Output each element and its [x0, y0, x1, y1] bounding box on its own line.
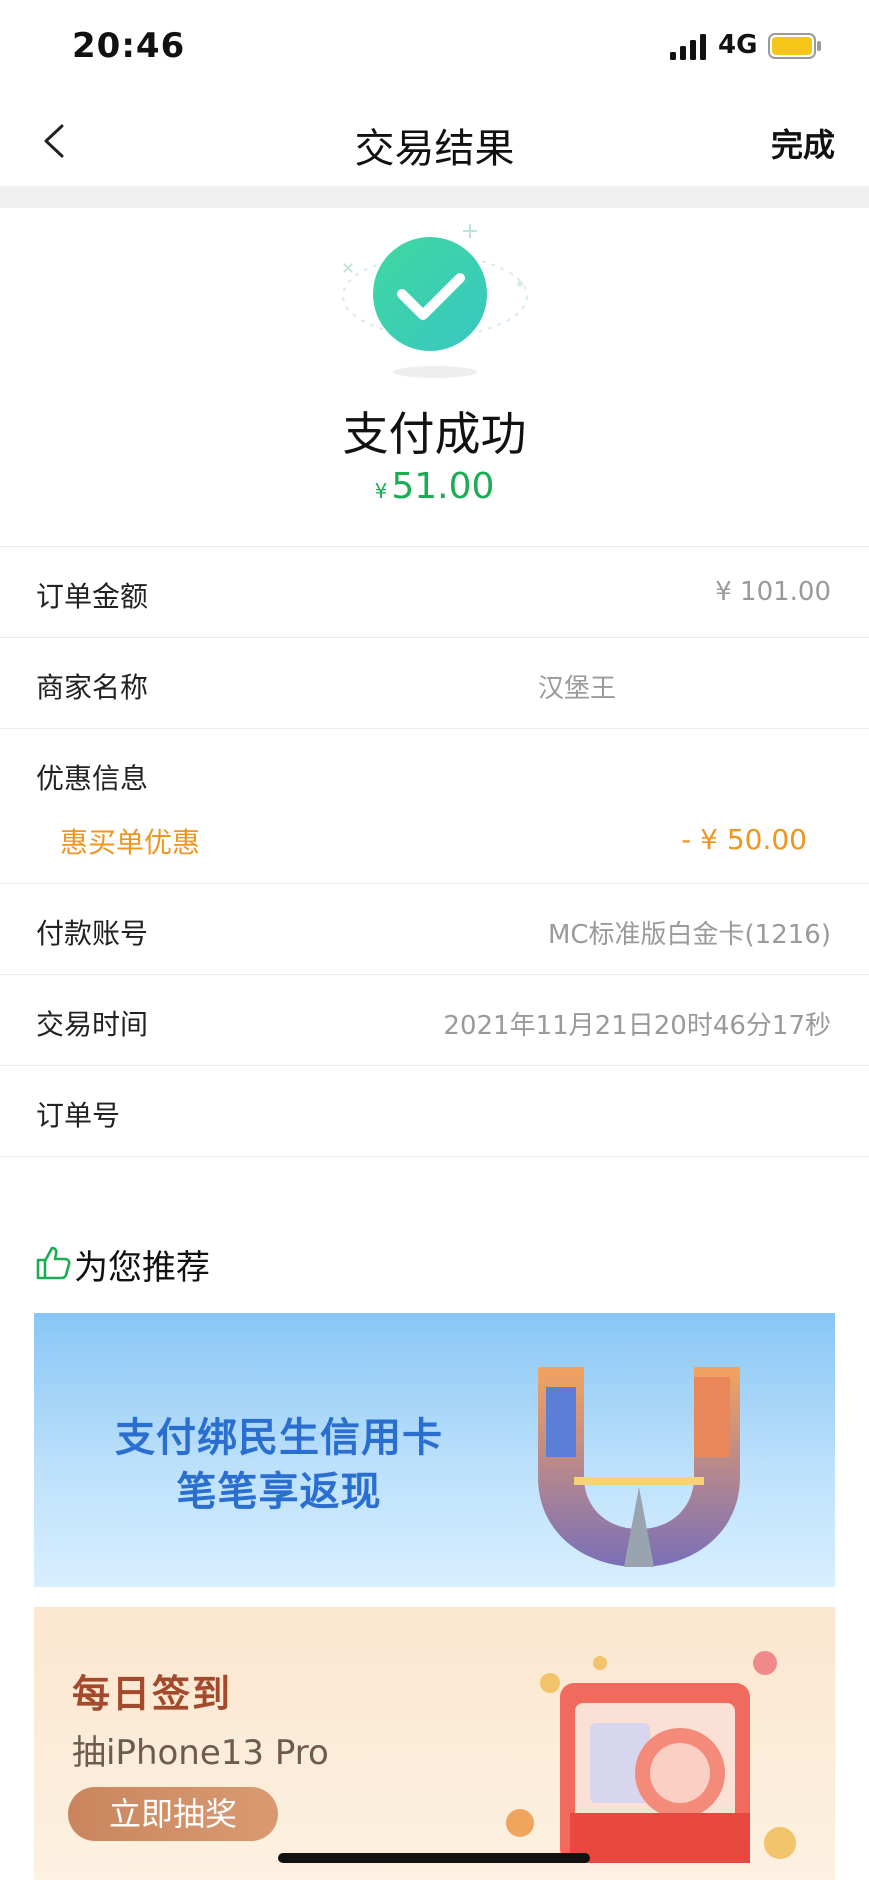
- transaction-time-label: 交易时间: [36, 1008, 149, 1041]
- done-button[interactable]: 完成: [771, 120, 835, 166]
- banner2-subtitle: 抽iPhone13 Pro: [72, 1733, 329, 1773]
- navigation-bar: 交易结果 完成: [0, 96, 869, 186]
- payment-account-row: 付款账号 MC标准版白金卡(1216): [0, 884, 869, 975]
- banner1-line2: 笔笔享返现: [176, 1469, 382, 1515]
- status-time: 20:46: [72, 26, 186, 66]
- city-shopping-illustration: [538, 1367, 740, 1567]
- network-type: 4G: [718, 30, 758, 60]
- banner2-title: 每日签到: [72, 1672, 233, 1716]
- status-bar: 20:46 4G: [0, 0, 869, 96]
- merchant-label: 商家名称: [36, 671, 149, 704]
- credit-card-promo-banner[interactable]: 支付绑民生信用卡 笔笔享返现: [34, 1313, 835, 1587]
- draw-now-button[interactable]: 立即抽奖: [68, 1787, 278, 1841]
- payment-account-label: 付款账号: [36, 917, 149, 950]
- section-divider: [0, 186, 869, 208]
- thumbs-up-icon: [36, 1246, 71, 1280]
- payment-status-title: 支付成功: [342, 407, 527, 461]
- merchant-row: 商家名称 汉堡王: [0, 638, 869, 729]
- discount-item-label: 惠买单优惠: [60, 826, 201, 859]
- payment-amount: ¥51.00: [0, 466, 869, 507]
- discount-row: 优惠信息 惠买单优惠 - ¥ 50.00: [0, 729, 869, 884]
- order-amount-label: 订单金额: [36, 580, 149, 613]
- discount-label: 优惠信息: [36, 762, 149, 795]
- transaction-time-row: 交易时间 2021年11月21日20时46分17秒: [0, 975, 869, 1066]
- order-amount-value: ¥ 101.00: [715, 577, 831, 607]
- success-check-icon: [342, 224, 528, 378]
- daily-checkin-banner[interactable]: 每日签到 抽iPhone13 Pro 立即抽奖: [34, 1607, 835, 1880]
- signal-icon: [670, 34, 706, 60]
- transaction-time-value: 2021年11月21日20时46分17秒: [443, 1011, 831, 1041]
- order-number-label: 订单号: [36, 1099, 121, 1132]
- calendar-gift-illustration: [506, 1651, 796, 1863]
- payment-account-value: MC标准版白金卡(1216): [547, 920, 831, 950]
- transaction-details: 订单金额 ¥ 101.00 商家名称 汉堡王 优惠信息 惠买单优惠 - ¥ 50…: [0, 546, 869, 1157]
- currency-symbol: ¥: [374, 479, 388, 503]
- amount-value: 51.00: [391, 466, 495, 507]
- banner1-line1: 支付绑民生信用卡: [115, 1415, 443, 1461]
- order-number-row: 订单号: [0, 1066, 869, 1157]
- page-title: 交易结果: [354, 126, 515, 172]
- home-indicator: [278, 1853, 590, 1863]
- discount-item-value: - ¥ 50.00: [681, 823, 807, 856]
- order-amount-row: 订单金额 ¥ 101.00: [0, 547, 869, 638]
- recommend-title: 为您推荐: [74, 1248, 210, 1288]
- battery-icon: [768, 33, 821, 59]
- merchant-value: 汉堡王: [538, 674, 617, 704]
